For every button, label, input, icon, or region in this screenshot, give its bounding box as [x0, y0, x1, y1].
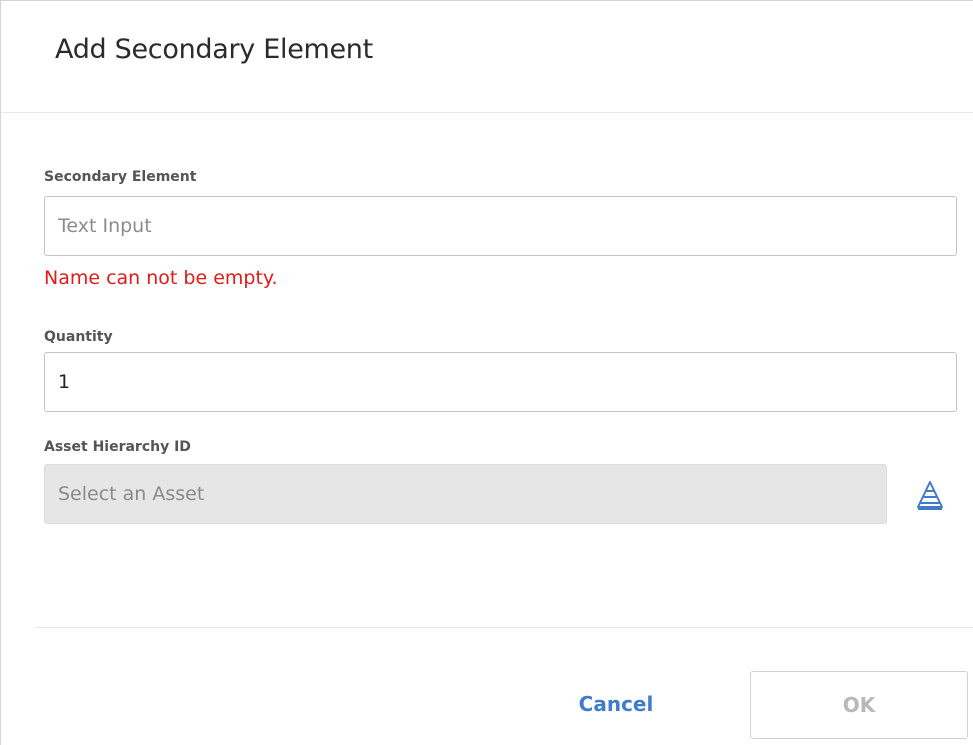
quantity-label: Quantity	[44, 329, 113, 345]
add-secondary-element-dialog: Add Secondary Element Secondary Element …	[0, 0, 973, 745]
cancel-button[interactable]: Cancel	[561, 673, 671, 735]
dialog-title: Add Secondary Element	[55, 34, 373, 65]
secondary-element-label: Secondary Element	[44, 169, 197, 185]
ok-button[interactable]: OK	[750, 671, 968, 739]
dialog-header: Add Secondary Element	[1, 1, 973, 113]
hierarchy-icon[interactable]	[915, 479, 945, 511]
asset-hierarchy-id-placeholder: Select an Asset	[58, 483, 205, 505]
secondary-element-input[interactable]	[44, 196, 957, 256]
footer-divider	[35, 627, 973, 628]
secondary-element-error: Name can not be empty.	[44, 267, 278, 289]
asset-hierarchy-id-field: Select an Asset	[44, 464, 887, 524]
asset-hierarchy-id-label: Asset Hierarchy ID	[44, 439, 191, 455]
quantity-input[interactable]	[44, 352, 957, 412]
